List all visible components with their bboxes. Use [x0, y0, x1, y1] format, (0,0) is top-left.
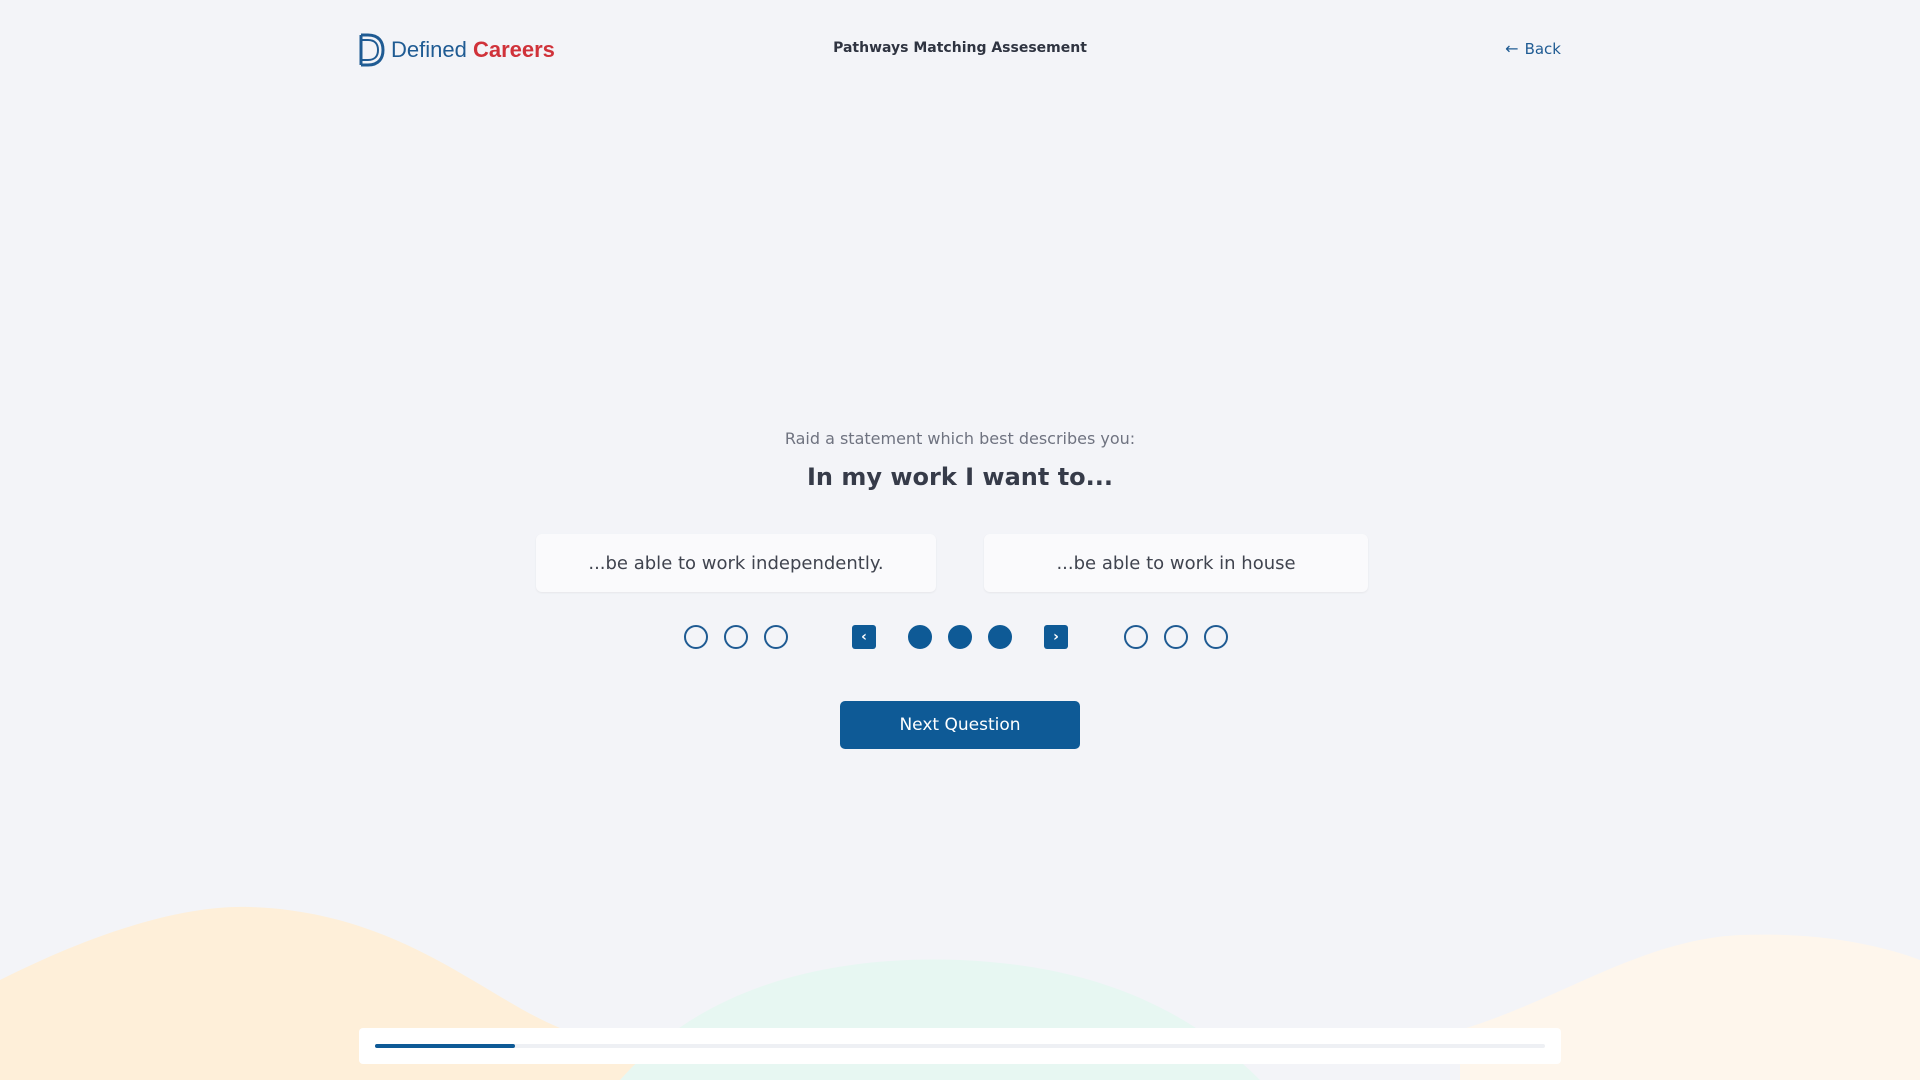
option-card-right[interactable]: ...be able to work in house: [984, 534, 1368, 592]
rating-circle-right-2[interactable]: [1164, 625, 1188, 649]
instruction-text: Raid a statement which best describes yo…: [784, 429, 1136, 448]
rating-circle-left-3[interactable]: [764, 625, 788, 649]
rating-circle-left-2[interactable]: [724, 625, 748, 649]
question-prompt: In my work I want to...: [806, 463, 1114, 491]
rating-circle-center-1[interactable]: [908, 625, 932, 649]
chevron-right-icon: ›: [1053, 629, 1059, 645]
rating-circle-right-3[interactable]: [1204, 625, 1228, 649]
progress-panel: [359, 1028, 1561, 1064]
next-question-button[interactable]: Next Question: [840, 701, 1080, 749]
chevron-right-button[interactable]: ›: [1044, 625, 1068, 649]
rating-circle-left-1[interactable]: [684, 625, 708, 649]
option-card-left[interactable]: ...be able to work independently.: [536, 534, 936, 592]
progress-track: [375, 1044, 1545, 1048]
chevron-left-button[interactable]: ‹: [852, 625, 876, 649]
assessment-content: Raid a statement which best describes yo…: [0, 0, 1920, 1080]
rating-circle-center-3[interactable]: [988, 625, 1012, 649]
progress-fill: [375, 1044, 516, 1048]
rating-circle-center-2[interactable]: [948, 625, 972, 649]
rating-circle-right-1[interactable]: [1124, 625, 1148, 649]
chevron-left-icon: ‹: [861, 629, 867, 645]
